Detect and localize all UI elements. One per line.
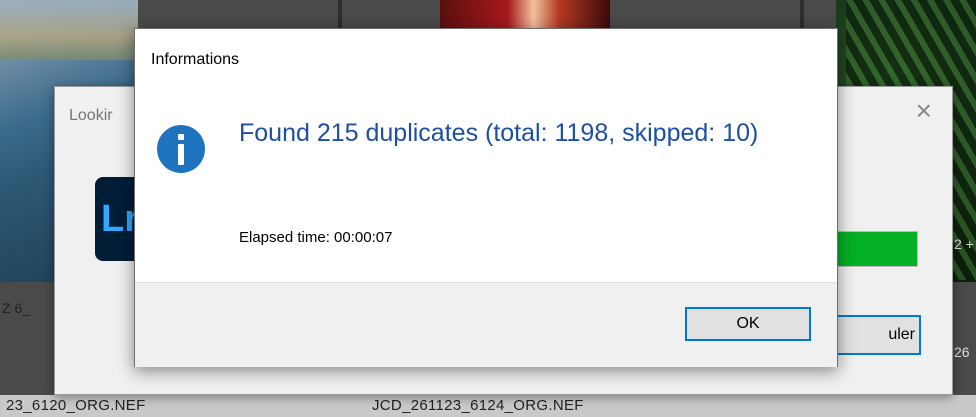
grid-cell-label-right-top: 2 + (954, 236, 974, 252)
grid-cell-label-right-bottom: 26 (954, 344, 970, 360)
result-message: Found 215 duplicates (total: 1198, skipp… (239, 119, 759, 147)
progress-bar (832, 231, 918, 267)
informations-dialog: Informations Found 215 duplicates (total… (134, 28, 838, 367)
thumbnail-filename: JCD_261123_6124_ORG.NEF (372, 397, 584, 414)
grid-cell-label-left: Z 6_ (2, 300, 31, 316)
close-icon[interactable]: × (916, 95, 932, 127)
ok-button[interactable]: OK (685, 307, 811, 341)
info-icon (157, 125, 205, 173)
photo-thumbnail-red[interactable] (440, 0, 610, 30)
thumbnail-filename: 23_6120_ORG.NEF (6, 397, 146, 414)
dialog-title: Informations (151, 51, 240, 68)
dialog-footer: OK (135, 282, 837, 367)
back-dialog-title: Lookir (69, 107, 113, 124)
elapsed-time: Elapsed time: 00:00:07 (239, 229, 393, 246)
cancel-button[interactable]: uler (827, 315, 921, 355)
